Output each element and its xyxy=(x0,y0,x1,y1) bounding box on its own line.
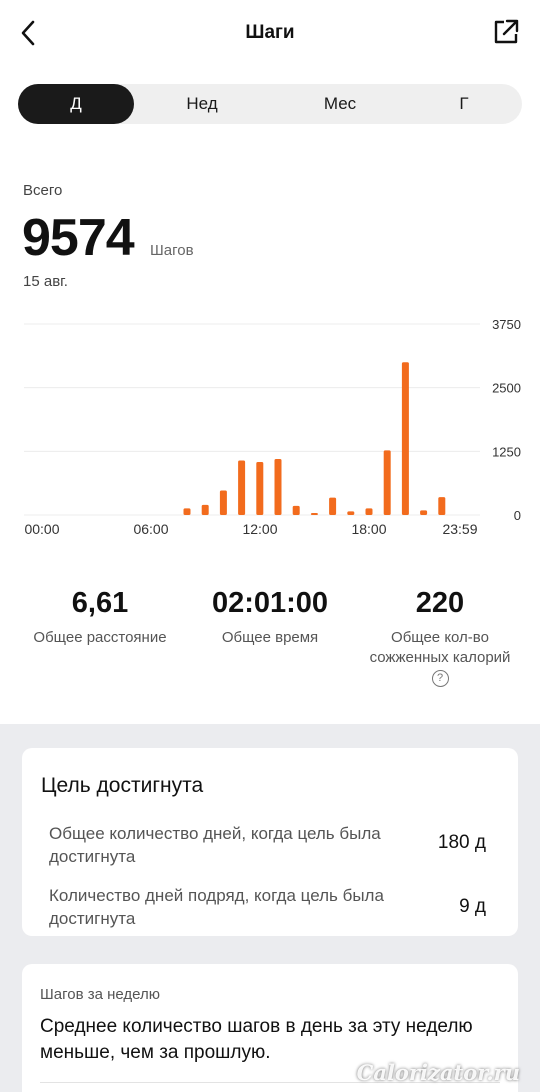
y-tick-label: 0 xyxy=(514,508,521,523)
stat-time: 02:01:00 Общее время xyxy=(190,586,350,648)
weekly-steps-text: Среднее количество шагов в день за эту н… xyxy=(40,1016,473,1063)
chart-bar xyxy=(292,505,300,515)
x-tick-label: 00:00 xyxy=(24,521,59,537)
steps-bar-chart[interactable]: 3750 2500 1250 0 00:00 06:00 12:00 18:00 23:59 xyxy=(0,310,540,550)
watermark: Calorizator.ru xyxy=(356,1060,520,1085)
stat-value: 220 xyxy=(415,587,465,619)
chart-bar xyxy=(201,504,209,515)
goal-streak-value: 9 д xyxy=(459,896,486,917)
goal-streak-label: Количество дней подряд, когда цель была … xyxy=(49,886,384,928)
stat-value: 6,61 xyxy=(71,587,129,619)
x-tick-label: 18:00 xyxy=(351,521,386,537)
chart-bar xyxy=(365,508,373,515)
x-tick-label: 23:59 xyxy=(442,521,477,537)
x-tick-label: 06:00 xyxy=(133,521,168,537)
tab-month[interactable]: Мес xyxy=(282,84,398,124)
period-tabs: Д Нед Мес Г xyxy=(18,84,522,124)
chart-bar xyxy=(274,458,282,515)
chart-bar xyxy=(256,462,264,515)
chart-bar xyxy=(238,460,246,515)
chart-bar xyxy=(438,497,446,515)
weekly-steps-label: Шагов за неделю xyxy=(40,986,160,1003)
goal-total-days-label: Общее количество дней, когда цель была д… xyxy=(49,824,381,866)
page-title: Шаги xyxy=(245,22,295,43)
tab-year[interactable]: Г xyxy=(406,84,522,124)
stat-calories: 220 Общее кол-во сожженных калорий ? xyxy=(355,586,525,687)
stat-label: Общее расстояние xyxy=(33,629,167,646)
chart-bar xyxy=(401,362,409,515)
stat-label: Общее кол-во сожженных калорий xyxy=(369,629,511,666)
chart-bar xyxy=(183,508,191,515)
goal-card-title: Цель достигнута xyxy=(41,774,204,797)
goal-card: Цель достигнута Общее количество дней, к… xyxy=(22,748,518,936)
total-steps-unit: Шагов xyxy=(150,242,194,259)
chart-bar xyxy=(420,510,428,515)
chart-bar xyxy=(329,497,337,515)
chart-bar xyxy=(219,490,227,515)
y-tick-label: 2500 xyxy=(492,381,521,396)
x-tick-label: 12:00 xyxy=(242,521,277,537)
total-label: Всего xyxy=(23,182,63,199)
stat-value: 02:01:00 xyxy=(211,587,329,619)
stat-label: Общее время xyxy=(221,629,319,646)
y-tick-label: 3750 xyxy=(492,317,521,332)
chart-bar xyxy=(383,450,391,515)
chart-bar xyxy=(310,513,318,515)
goal-total-days-value: 180 д xyxy=(437,832,486,853)
y-tick-label: 1250 xyxy=(492,444,521,459)
total-steps-value: 9574 xyxy=(22,209,135,267)
share-export-icon[interactable] xyxy=(490,16,522,48)
tab-day[interactable]: Д xyxy=(18,84,134,124)
stat-distance: 6,61 Общее расстояние xyxy=(20,586,180,648)
app-header: Шаги xyxy=(0,0,540,68)
selected-date: 15 авг. xyxy=(23,273,68,290)
help-icon[interactable]: ? xyxy=(431,670,449,687)
tab-week[interactable]: Нед xyxy=(144,84,260,124)
chart-bar xyxy=(347,511,355,515)
